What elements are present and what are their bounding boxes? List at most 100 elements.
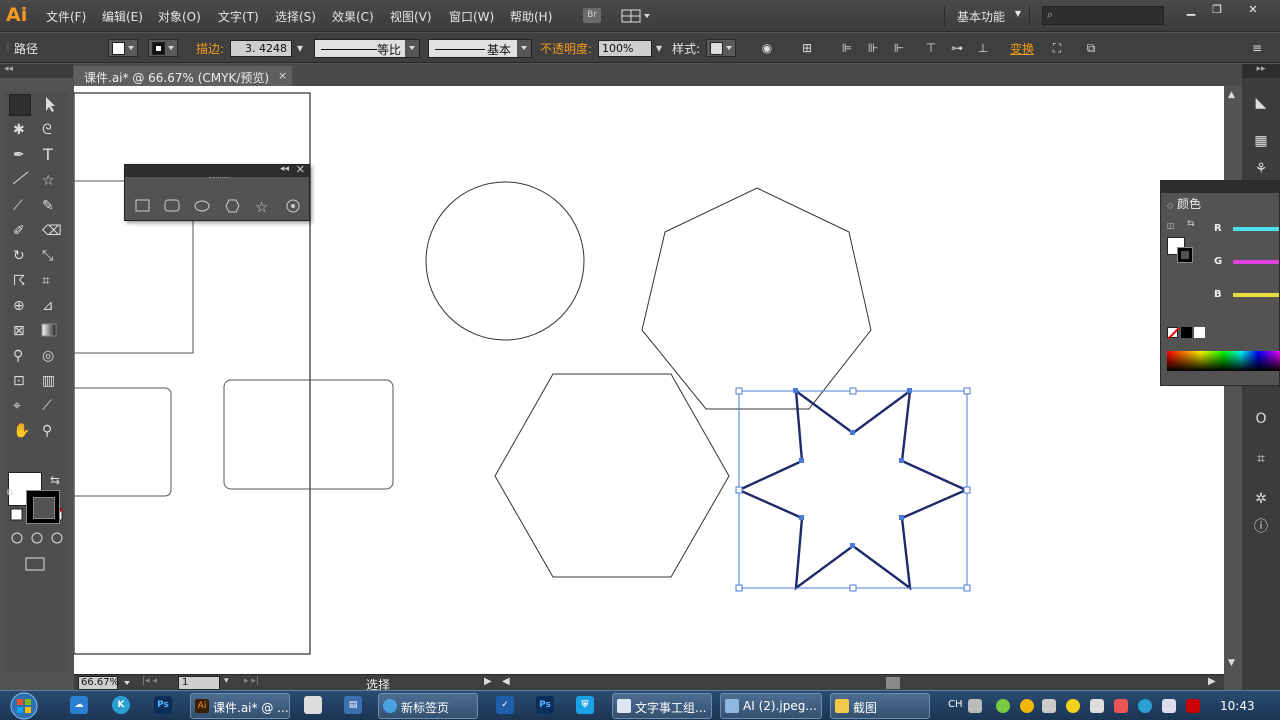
align-top-icon[interactable]: ⊤ [924,41,938,55]
red-slider[interactable] [1233,227,1279,231]
calculator-icon[interactable] [304,696,322,714]
explorer-icon[interactable]: ▤ [344,696,362,714]
default-colors-icon[interactable]: ⧉ [7,488,13,498]
opacity-field[interactable]: 100% [598,40,652,57]
keyboard-icon[interactable] [968,699,982,713]
opacity-dropdown-icon[interactable]: ▾ [652,41,666,55]
menu-window[interactable]: 窗口(W) [449,8,494,25]
scroll-down-icon[interactable]: ▼ [1228,658,1235,668]
recolor-artwork-icon[interactable]: ◉ [760,41,774,55]
swap-colors-icon[interactable]: ⇆ [1187,219,1195,229]
selection-tool[interactable] [9,94,31,116]
menu-effect[interactable]: 效果(C) [332,8,374,25]
green-slider[interactable] [1233,260,1279,264]
arrange-documents-button[interactable] [620,8,652,24]
white-color-swatch[interactable] [1194,327,1205,338]
stroke-weight-field[interactable]: 3. 4248 [230,40,292,57]
network-icon[interactable]: ☁ [70,696,88,714]
align-bottom-icon[interactable]: ⊥ [976,41,990,55]
none-color-swatch[interactable] [1167,327,1179,339]
align-to-selection-icon[interactable]: ⊞ [800,41,814,55]
direct-selection-tool[interactable] [38,94,60,116]
qq-icon[interactable] [1020,699,1034,713]
scroll-left-icon[interactable]: ◀ [502,676,510,687]
zoom-field[interactable]: 66.67% [78,676,119,690]
fill-swatch-button[interactable] [108,39,138,57]
menu-edit[interactable]: 编辑(E) [102,8,143,25]
menu-file[interactable]: 文件(F) [46,8,86,25]
align-right-icon[interactable]: ⊩ [892,41,906,55]
taskbar-image[interactable]: AI (2).jpeg... [720,693,822,719]
opacity-label[interactable]: 不透明度: [540,40,592,57]
photoshop-icon-2[interactable]: Ps [536,696,554,714]
stroke-label[interactable]: 描边: [196,40,224,57]
default-colors-icon[interactable]: ◫ [1167,221,1175,230]
artboard-dropdown-icon[interactable]: ▾ [224,676,229,686]
horizontal-scroll-thumb[interactable] [886,677,900,689]
first-artboard-icon[interactable]: |◂ ◂ [142,676,157,686]
dock-expand-icon[interactable]: ▸▸ [1242,64,1280,78]
close-window-button[interactable]: ✕ [1238,2,1268,18]
scroll-up-icon[interactable]: ▲ [1228,90,1235,100]
next-artboard-icon[interactable]: ▸ ▸| [244,676,259,686]
panel-header[interactable] [1161,181,1279,193]
transparency-icon[interactable]: O [1250,408,1272,430]
kugou-icon[interactable]: K [112,696,130,714]
panel-menu-icon[interactable]: ≡ [1250,41,1264,55]
menu-view[interactable]: 视图(V) [390,8,432,25]
color-guide-icon[interactable]: ◣ [1250,92,1272,114]
start-button[interactable] [6,691,42,720]
workspace-switcher[interactable]: 基本功能 ▼ [944,6,1030,26]
stroke-color-swatch[interactable] [1177,247,1193,263]
close-icon[interactable]: ✕ [296,163,305,176]
document-tab[interactable]: 课件.ai* @ 66.67% (CMYK/预览) × [74,66,292,87]
search-input[interactable]: ⌕ [1042,6,1164,25]
isolate-selected-icon[interactable]: ⛶ [1050,41,1064,55]
brush-definition-dropdown[interactable]: 基本 [428,39,532,58]
status-menu-icon[interactable]: ▶ [484,676,492,687]
zoom-dropdown-icon[interactable] [120,677,132,689]
color-spectrum[interactable] [1167,351,1280,371]
stroke-swatch-button[interactable] [148,39,178,57]
tools-collapse-bar[interactable]: ◂◂ [0,64,73,78]
collapse-icon[interactable]: ◂◂ [280,164,289,174]
scroll-right-icon[interactable]: ▶ [1208,676,1216,687]
update-icon[interactable] [1066,699,1080,713]
menu-select[interactable]: 选择(S) [275,8,316,25]
security-icon[interactable] [1114,699,1128,713]
restore-button[interactable]: ❐ [1202,2,1232,18]
artboard-number-field[interactable]: 1 [178,676,220,690]
align-center-icon[interactable]: ⊪ [866,41,880,55]
swatches-icon[interactable]: ▦ [1250,130,1272,152]
clock[interactable]: 10:43 [1220,699,1255,713]
graphic-style-button[interactable] [706,39,736,57]
wechat-icon[interactable] [996,699,1010,713]
network-tray-icon[interactable] [1090,699,1104,713]
shield-icon[interactable]: ⛨ [576,696,594,714]
kugou-tray-icon[interactable] [1138,699,1152,713]
close-icon[interactable]: × [278,69,287,82]
stroke-weight-dropdown-icon[interactable]: ▾ [293,41,307,55]
menu-help[interactable]: 帮助(H) [510,8,552,25]
volume-icon[interactable] [1042,699,1056,713]
align-middle-icon[interactable]: ⊶ [950,41,964,55]
ime-indicator[interactable]: CH [948,699,963,710]
taskbar-browser[interactable]: 新标签页 [378,693,478,719]
menu-type[interactable]: 文字(T) [218,8,259,25]
transform-link[interactable]: 变换 [1010,40,1034,57]
acrobat-icon[interactable] [1186,699,1200,713]
color-panel-tab[interactable]: ◇ 颜色 [1165,194,1217,212]
app-icon[interactable]: ✓ [496,696,514,714]
taskbar-folder[interactable]: 截图 [830,693,930,719]
blue-slider[interactable] [1233,293,1279,297]
transform-icon[interactable]: ⌗ [1250,448,1272,470]
variable-width-profile-dropdown[interactable]: 等比 [314,39,420,58]
bridge-button[interactable]: Br [583,8,601,23]
menu-object[interactable]: 对象(O) [158,8,201,25]
photoshop-icon[interactable]: Ps [154,696,172,714]
make-envelope-icon[interactable]: ⧉ [1084,41,1098,55]
display-icon[interactable] [1162,699,1176,713]
brushes-icon[interactable]: ⚘ [1250,158,1272,180]
info-icon[interactable]: ⓘ [1250,516,1272,538]
align-left-icon[interactable]: ⊫ [840,41,854,55]
